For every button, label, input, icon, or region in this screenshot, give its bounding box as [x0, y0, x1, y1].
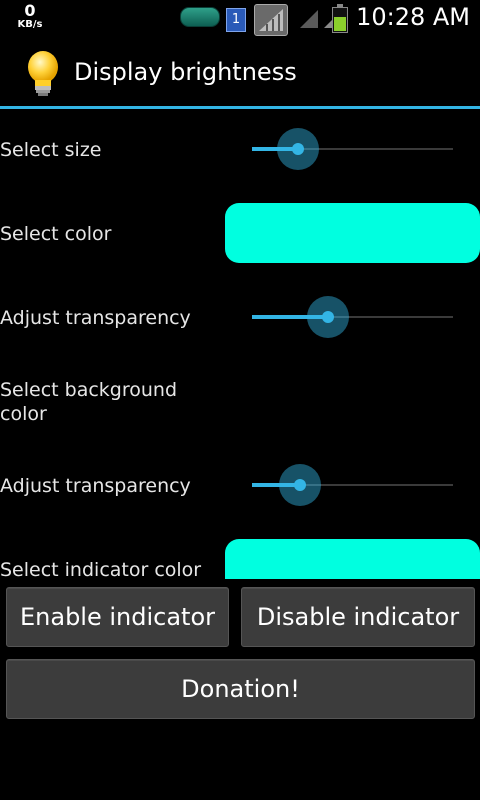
title-bar: Display brightness: [0, 38, 480, 109]
size-slider[interactable]: [252, 127, 453, 171]
network-speed-value: 0: [24, 1, 36, 20]
select-color-label: Select color: [0, 223, 112, 245]
app-pill-icon: [180, 7, 220, 27]
lightbulb-icon: [22, 50, 64, 98]
gallery-icon: [254, 4, 288, 36]
indicator-color-swatch-button[interactable]: [225, 539, 480, 579]
disable-indicator-button[interactable]: Disable indicator: [241, 587, 475, 647]
status-bar: 0 KB/s 1 10:28 AM: [0, 0, 480, 38]
slider-thumb[interactable]: [279, 464, 321, 506]
select-indicator-color-label: Select indicator color: [0, 559, 202, 581]
battery-icon: [332, 4, 348, 33]
donation-button[interactable]: Donation!: [6, 659, 475, 719]
label-line-2: color: [0, 403, 47, 425]
screen: 0 KB/s 1 10:28 AM Display brightness Sel…: [0, 0, 480, 800]
color-swatch-button[interactable]: [225, 203, 480, 263]
label-line-1: Select background: [0, 379, 178, 401]
wifi-icon: [298, 8, 320, 30]
adjust-background-transparency-label: Adjust transparency: [0, 475, 191, 497]
slider-thumb[interactable]: [307, 296, 349, 338]
adjust-transparency-label: Adjust transparency: [0, 307, 191, 329]
notification-number-icon: 1: [226, 8, 246, 32]
page-title: Display brightness: [74, 58, 297, 86]
network-speed: 0 KB/s: [14, 3, 46, 31]
transparency-slider[interactable]: [252, 295, 453, 339]
background-transparency-slider[interactable]: [252, 463, 453, 507]
slider-thumb[interactable]: [277, 128, 319, 170]
enable-indicator-button[interactable]: Enable indicator: [6, 587, 229, 647]
select-size-label: Select size: [0, 139, 102, 161]
network-speed-unit: KB/s: [17, 19, 43, 30]
select-background-color-label: Select background color: [0, 378, 215, 426]
clock: 10:28 AM: [356, 3, 470, 31]
